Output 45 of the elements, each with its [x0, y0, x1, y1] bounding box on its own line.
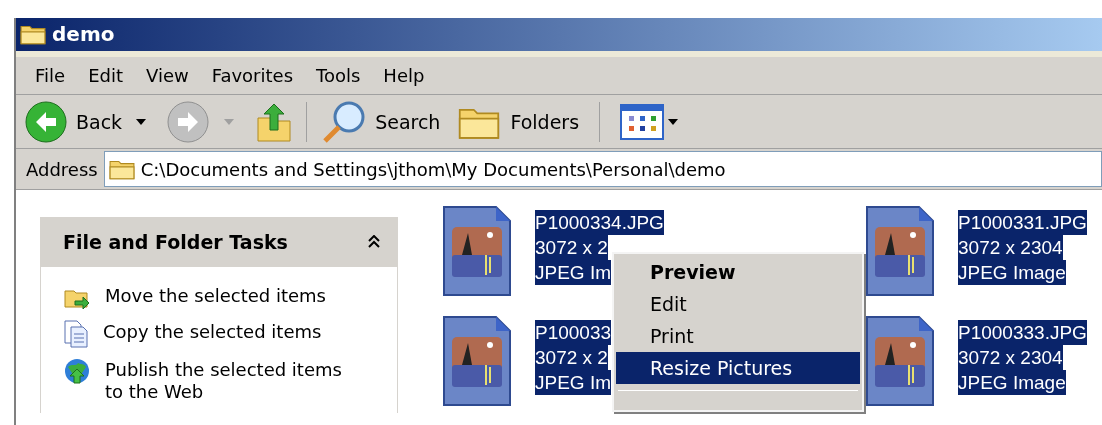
- search-button[interactable]: Search: [321, 99, 441, 144]
- task-link[interactable]: Copy the selected items: [103, 319, 353, 343]
- file-type: JPEG Image: [958, 370, 1066, 395]
- window-title: demo: [52, 21, 115, 49]
- task-panel-header[interactable]: File and Folder Tasks: [41, 217, 397, 267]
- context-menu-item[interactable]: Edit: [616, 288, 860, 320]
- file-name[interactable]: P1000334.JPG: [535, 210, 664, 235]
- folder-up-icon[interactable]: [256, 101, 293, 142]
- address-field[interactable]: C:\Documents and Settings\jthom\My Documents\Personal\demo: [103, 151, 1102, 188]
- file-dimensions: 3072 x 2304: [958, 235, 1063, 260]
- menu-item[interactable]: Favorites: [200, 62, 304, 90]
- menu-item[interactable]: View: [135, 62, 200, 90]
- task-panel-title: File and Folder Tasks: [63, 229, 288, 255]
- file-type: JPEG Im: [535, 260, 611, 285]
- context-menu-item[interactable]: Print: [616, 320, 860, 352]
- file-name[interactable]: P100033: [535, 320, 612, 345]
- menu-item[interactable]: Edit: [77, 62, 134, 90]
- file-type: JPEG Im: [535, 370, 611, 395]
- picture-file-icon: [442, 315, 512, 407]
- context-menu-item[interactable]: Resize Pictures: [616, 352, 860, 384]
- address-label: Address: [26, 157, 98, 182]
- views-button[interactable]: [620, 103, 679, 140]
- picture-file-icon: [442, 205, 512, 297]
- file-dimensions: 3072 x 2: [535, 235, 608, 260]
- task-link[interactable]: Publish the selected items to the Web: [105, 357, 355, 403]
- menu-item[interactable]: Tools: [305, 62, 372, 90]
- file-dimensions: 3072 x 2: [535, 345, 608, 370]
- file-name[interactable]: P1000333.JPG: [958, 320, 1087, 345]
- menu-item[interactable]: Help: [372, 62, 436, 90]
- views-grid-icon: [620, 103, 665, 140]
- task-link[interactable]: Move the selected items: [105, 283, 355, 307]
- documents-icon: [63, 319, 89, 349]
- collapse-chevron-icon[interactable]: [367, 235, 381, 249]
- address-value: C:\Documents and Settings\jthom\My Documents\Personal\demo: [140, 157, 726, 182]
- folder-icon: [20, 23, 46, 46]
- menu-item[interactable]: File: [24, 62, 77, 90]
- file-name[interactable]: P1000331.JPG: [958, 210, 1087, 235]
- file-type: JPEG Image: [958, 260, 1066, 285]
- context-menu-item[interactable]: Preview: [616, 256, 860, 288]
- file-dimensions: 3072 x 2304: [958, 345, 1063, 370]
- back-button[interactable]: Back: [24, 99, 123, 144]
- dropdown-caret-icon[interactable]: [136, 118, 147, 125]
- folders-button[interactable]: Folders: [458, 102, 580, 141]
- dropdown-caret-icon: [668, 118, 679, 125]
- folder-icon: [108, 158, 135, 181]
